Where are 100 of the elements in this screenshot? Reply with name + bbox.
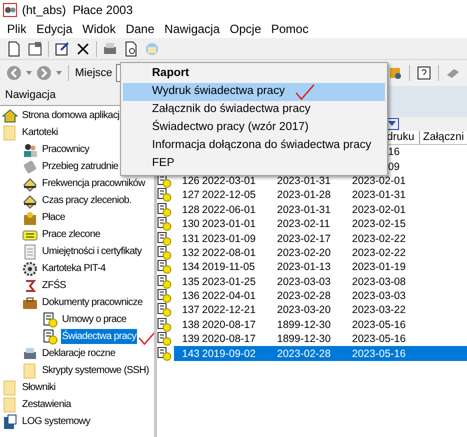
tree-item[interactable]: Deklaracje roczne <box>41 346 116 361</box>
menu-item[interactable]: Widok <box>77 20 121 38</box>
printer-icon <box>22 346 38 362</box>
table-cell-text: 2022-04-01 <box>202 289 257 304</box>
table-cell-text: 135 <box>182 274 201 289</box>
folder-icon <box>2 396 18 412</box>
table-cell-text: 2023-01-01 <box>202 217 257 232</box>
menu-item[interactable]: Edycja <box>31 20 78 38</box>
people-icon <box>22 142 38 158</box>
tree-item[interactable]: Zestawienia <box>21 397 72 412</box>
table-cell-text: 2022-12-21 <box>202 303 257 318</box>
table-cell-text: 126 <box>182 174 201 188</box>
back-icon[interactable] <box>6 65 22 81</box>
table-cell-text: 143 <box>182 346 201 361</box>
table-cell: 2023-02-01 <box>352 202 406 217</box>
table-cell-text: 127 <box>182 188 201 202</box>
menu-item[interactable]: Nawigacja <box>159 20 225 38</box>
tree-item[interactable]: Strona domowa aplikacj <box>21 108 120 123</box>
table-row[interactable]: 138 2020-08-17 1899-12-30 2023-05-16 <box>174 318 467 332</box>
tree-item[interactable]: Płace <box>41 210 66 225</box>
document-icon <box>42 328 58 344</box>
table-row[interactable]: 128 2022-06-01 2023-01-31 2023-02-01 <box>174 202 467 217</box>
tree-item[interactable]: Umiejętności i certyfikaty <box>41 244 143 259</box>
window-title: (ht_abs) Płace 2003 <box>22 2 133 19</box>
edit-icon[interactable] <box>54 40 70 56</box>
help-icon[interactable] <box>416 65 432 81</box>
menu-item[interactable]: Informacja dołączona do świadectwa pracy <box>123 137 385 155</box>
table-row[interactable]: 137 2022-12-21 2023-03-20 2023-03-22 <box>174 303 467 318</box>
menu-item[interactable]: Plik <box>2 20 32 38</box>
table-cell-text: 2022-12-05 <box>202 188 257 202</box>
menu-item[interactable]: FEP <box>123 155 385 173</box>
check-mark-icon <box>294 84 315 100</box>
table-cell-text: 1899-12-30 <box>277 332 332 346</box>
forward-icon[interactable] <box>36 65 52 81</box>
menu-item[interactable]: Opcje <box>224 20 266 38</box>
dropdown-arrow-icon[interactable] <box>26 71 32 75</box>
table-cell: 2023-03-08 <box>352 274 406 289</box>
table-cell-text: 2023-01-31 <box>277 174 332 188</box>
gear-icon <box>22 260 38 276</box>
column-header[interactable]: Załączni <box>420 131 467 144</box>
menu-item[interactable]: Raport <box>123 65 385 83</box>
table-cell-text: 2019-09-02 <box>202 346 257 361</box>
table-cell-text: 2023-02-17 <box>277 232 332 246</box>
table-row[interactable]: 134 2019-11-05 2023-01-13 2023-01-19 <box>174 260 467 275</box>
table-cell-text: 2023-01-09 <box>202 232 257 246</box>
table-cell: 2023-01-19 <box>352 260 406 274</box>
house-icon <box>2 108 18 124</box>
table-cell-text: 136 <box>182 289 201 304</box>
table-cell: 2023-03-22 <box>352 303 406 318</box>
menu-item[interactable]: Wydruk świadectwa pracy <box>123 83 385 101</box>
table-cell: 2023-02-22 <box>352 232 406 246</box>
table-cell-text: 2023-01-25 <box>202 274 257 289</box>
tree-item[interactable]: Pracownicy <box>41 142 90 157</box>
briefcase-icon <box>22 294 38 310</box>
tree-item[interactable]: Przebieg zatrudnie <box>41 159 120 174</box>
menu-item[interactable]: Świadectwo pracy (wzór 2017) <box>123 119 385 137</box>
table-row[interactable]: 132 2022-08-01 2023-02-20 2023-02-22 <box>174 246 467 260</box>
tree-item[interactable]: Umowy o prace <box>61 312 128 327</box>
table-cell-text: 2023-02-28 <box>277 346 332 361</box>
tree-item[interactable]: Kartoteka PIT-4 <box>41 261 106 276</box>
table-row[interactable]: 126 2022-03-01 2023-01-31 2023-02-01 <box>174 174 467 188</box>
close-icon[interactable] <box>75 40 91 56</box>
table-cell: 09 <box>388 160 400 174</box>
table-cell-text: 130 <box>182 217 201 232</box>
tree-item[interactable]: Frekwencja pracowników <box>41 176 146 191</box>
tree-item[interactable]: Czas pracy zleceniob. <box>41 193 132 208</box>
table-cell: 2023-02-22 <box>352 246 406 260</box>
table-cell-text: 139 <box>182 332 201 346</box>
document-icon <box>42 312 58 328</box>
table-row[interactable]: 127 2022-12-05 2023-01-28 2023-01-31 <box>174 188 467 203</box>
tree-item[interactable]: ZFŚS <box>41 278 67 293</box>
tree-item[interactable]: LOG systemowy <box>21 414 92 429</box>
paper-icon <box>22 244 38 260</box>
table-row[interactable]: 130 2023-01-01 2023-02-11 2023-02-15 <box>174 216 467 232</box>
new-file-icon[interactable] <box>6 40 22 56</box>
dropdown-arrow-icon[interactable] <box>56 71 62 75</box>
table-cell-text: 2022-03-01 <box>202 174 257 188</box>
tree-item[interactable]: Kartoteki <box>21 125 59 140</box>
print-preview-icon[interactable] <box>123 40 139 56</box>
table-row[interactable]: 131 2023-01-09 2023-02-17 2023-02-22 <box>174 231 467 246</box>
table-cell-text: 2023-02-28 <box>277 289 332 304</box>
tree-item[interactable]: Świadectwa pracy <box>61 329 138 344</box>
app-icon <box>3 3 17 17</box>
menu-item[interactable]: Pomoc <box>266 20 314 38</box>
tree-item[interactable]: Skrypty systemowe (SSH) <box>41 363 150 378</box>
table-cell: 2023-03-03 <box>352 289 406 304</box>
menu-item[interactable]: Dane <box>120 20 160 38</box>
tree-item[interactable]: Słowniki <box>21 380 56 395</box>
tree-item[interactable]: Dokumenty pracownicze <box>41 295 144 310</box>
tree-item[interactable]: Prace zlecone <box>41 227 102 242</box>
properties-icon[interactable] <box>27 40 43 56</box>
folder-icon <box>2 380 18 396</box>
table-row[interactable]: 139 2020-08-17 1899-12-30 2023-05-16 <box>174 332 467 346</box>
table-cell: 2023-05-16 <box>352 346 406 361</box>
table-cell-text: 132 <box>182 246 201 260</box>
table-cell-text: 2023-03-03 <box>277 274 332 289</box>
printer-icon[interactable] <box>102 40 118 56</box>
table-row[interactable]: 135 2023-01-25 2023-03-03 2023-03-08 <box>174 274 467 289</box>
table-row[interactable]: 136 2022-04-01 2023-02-28 2023-03-03 <box>174 288 467 304</box>
table-row[interactable]: 143 2019-09-02 2023-02-28 2023-05-16 <box>174 346 467 361</box>
